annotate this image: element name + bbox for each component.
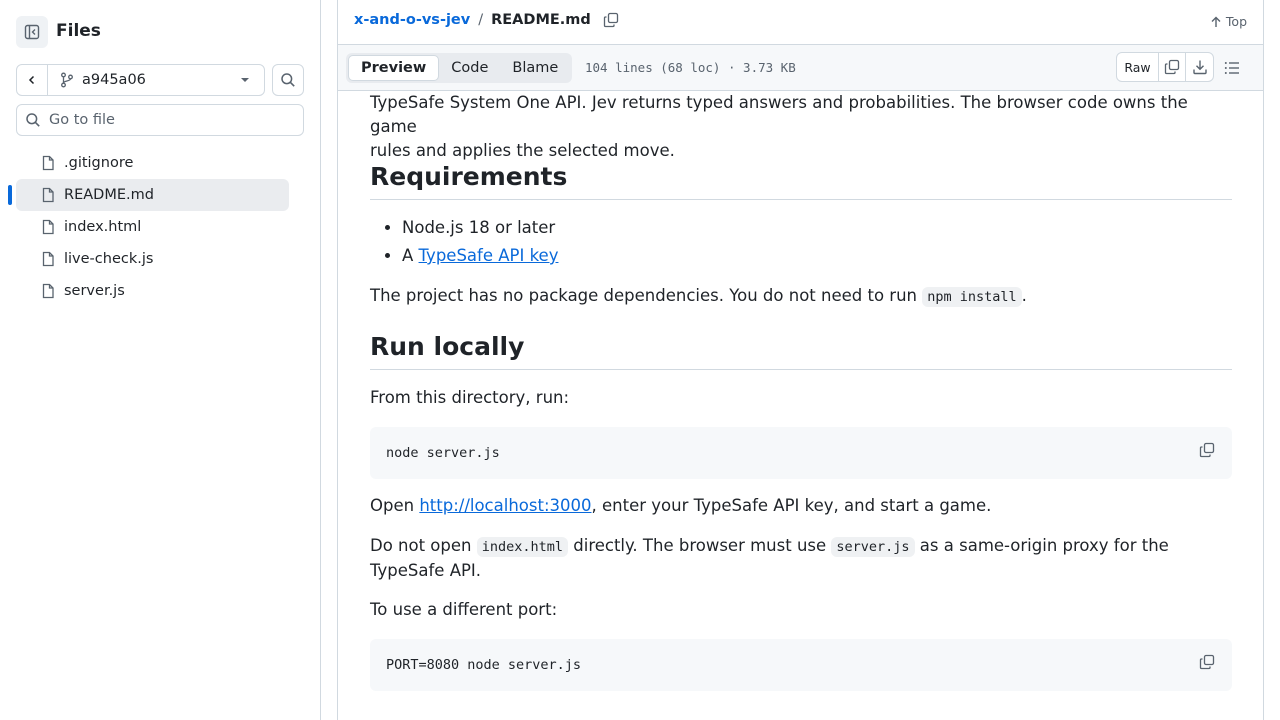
file-toolbar: Preview Code Blame 104 lines (68 loc) · … [337, 45, 1264, 91]
sidebar-title: Files [56, 21, 101, 41]
file-tree-sidebar: Files a945a06 .gitignore README.md index… [0, 0, 321, 720]
tree-item-gitignore[interactable]: .gitignore [16, 147, 289, 179]
from-directory-paragraph: From this directory, run: [370, 388, 570, 407]
tree-item-label: README.md [64, 187, 154, 203]
tree-item-server-js[interactable]: server.js [16, 275, 289, 307]
download-icon [1192, 60, 1207, 75]
top-button[interactable]: Top [1210, 14, 1247, 29]
intro-paragraph: TypeSafe System One API. Jev returns typ… [370, 91, 1232, 163]
port-paragraph: To use a different port: [370, 600, 558, 619]
back-button[interactable] [17, 65, 48, 95]
file-header: x-and-o-vs-jev / README.md Top [337, 0, 1264, 45]
list-item: A TypeSafe API key [402, 242, 1222, 270]
tab-preview[interactable]: Preview [348, 55, 440, 81]
code-text: node server.js [386, 445, 500, 461]
caret-down-icon [241, 78, 249, 82]
arrow-up-icon [1211, 16, 1221, 27]
file-icon [42, 155, 54, 171]
list-item-text: A [402, 246, 419, 265]
file-icon [42, 187, 54, 203]
list-unordered-icon [1224, 62, 1239, 74]
tree-item-index-html[interactable]: index.html [16, 211, 289, 243]
requirements-list: Node.js 18 or later A TypeSafe API key [402, 214, 1222, 270]
tab-code[interactable]: Code [439, 55, 500, 81]
view-mode-segmented-control: Preview Code Blame [346, 53, 573, 83]
go-to-file-input[interactable] [49, 112, 289, 128]
copy-icon [1164, 59, 1180, 75]
code-block: node server.js [370, 427, 1232, 479]
localhost-link[interactable]: http://localhost:3000 [419, 496, 591, 515]
tree-item-readme[interactable]: README.md [8, 179, 289, 211]
copy-icon [603, 12, 618, 28]
file-info: 104 lines (68 loc) · 3.73 KB [585, 60, 796, 75]
branch-selector[interactable]: a945a06 [48, 65, 264, 95]
inline-code: server.js [831, 537, 915, 557]
copy-code-button[interactable] [1196, 439, 1218, 461]
requirements-heading: Requirements [370, 161, 1232, 200]
go-to-file-field[interactable] [16, 104, 304, 136]
search-icon [281, 73, 295, 87]
do-not-text: directly. The browser must use [568, 536, 832, 555]
open-paragraph: Open http://localhost:3000, enter your T… [370, 494, 1232, 518]
tree-item-live-check[interactable]: live-check.js [16, 243, 289, 275]
git-branch-icon [61, 72, 73, 88]
code-block: PORT=8080 node server.js [370, 639, 1232, 691]
intro-line-1: TypeSafe System One API. Jev returns typ… [370, 93, 1188, 136]
breadcrumb-separator: / [478, 12, 484, 28]
list-item-text: Node.js 18 or later [402, 218, 556, 237]
file-actions-group: Raw [1116, 52, 1214, 82]
no-deps-paragraph: The project has no package dependencies.… [370, 284, 1232, 309]
raw-button[interactable]: Raw [1117, 53, 1159, 81]
readme-content: TypeSafe System One API. Jev returns typ… [337, 91, 1264, 720]
intro-line-2: rules and applies the selected move. [370, 141, 675, 160]
collapse-sidebar-button[interactable] [16, 16, 48, 48]
file-icon [42, 251, 54, 267]
copy-icon [1199, 442, 1215, 458]
copy-code-button[interactable] [1196, 651, 1218, 673]
download-button[interactable] [1186, 53, 1213, 81]
no-deps-end: . [1021, 286, 1027, 305]
branch-name: a945a06 [82, 72, 146, 88]
search-files-button[interactable] [272, 64, 304, 96]
typesafe-api-key-link[interactable]: TypeSafe API key [419, 246, 559, 265]
branch-controls: a945a06 [16, 64, 265, 96]
copy-path-button[interactable] [603, 12, 619, 28]
tab-blame[interactable]: Blame [500, 55, 570, 81]
run-locally-heading: Run locally [370, 331, 1232, 370]
file-icon [42, 219, 54, 235]
top-label: Top [1225, 14, 1247, 29]
do-not-text: Do not open [370, 536, 477, 555]
sidebar-collapse-icon [24, 24, 40, 40]
file-icon [42, 283, 54, 299]
open-suffix: , enter your TypeSafe API key, and start… [591, 496, 992, 515]
file-tree: .gitignore README.md index.html live-che… [8, 147, 289, 307]
breadcrumb: x-and-o-vs-jev / README.md [354, 12, 619, 28]
search-icon [26, 113, 40, 127]
no-deps-text: The project has no package dependencies.… [370, 286, 923, 305]
code-text: PORT=8080 node server.js [386, 657, 582, 673]
open-text: Open [370, 496, 420, 515]
inline-code: npm install [922, 287, 1022, 307]
inline-code: index.html [476, 537, 569, 557]
outline-button[interactable] [1220, 58, 1244, 78]
tree-item-label: index.html [64, 219, 142, 235]
list-item: Node.js 18 or later [402, 214, 1222, 242]
breadcrumb-file-name: README.md [491, 12, 591, 28]
tree-item-label: server.js [64, 283, 125, 299]
do-not-open-paragraph: Do not open index.html directly. The bro… [370, 534, 1232, 583]
tree-item-label: .gitignore [64, 155, 134, 171]
breadcrumb-repo-link[interactable]: x-and-o-vs-jev [354, 12, 470, 28]
copy-icon [1199, 654, 1215, 670]
copy-raw-button[interactable] [1159, 53, 1186, 81]
tree-item-label: live-check.js [64, 251, 154, 267]
chevron-left-icon [28, 75, 35, 85]
